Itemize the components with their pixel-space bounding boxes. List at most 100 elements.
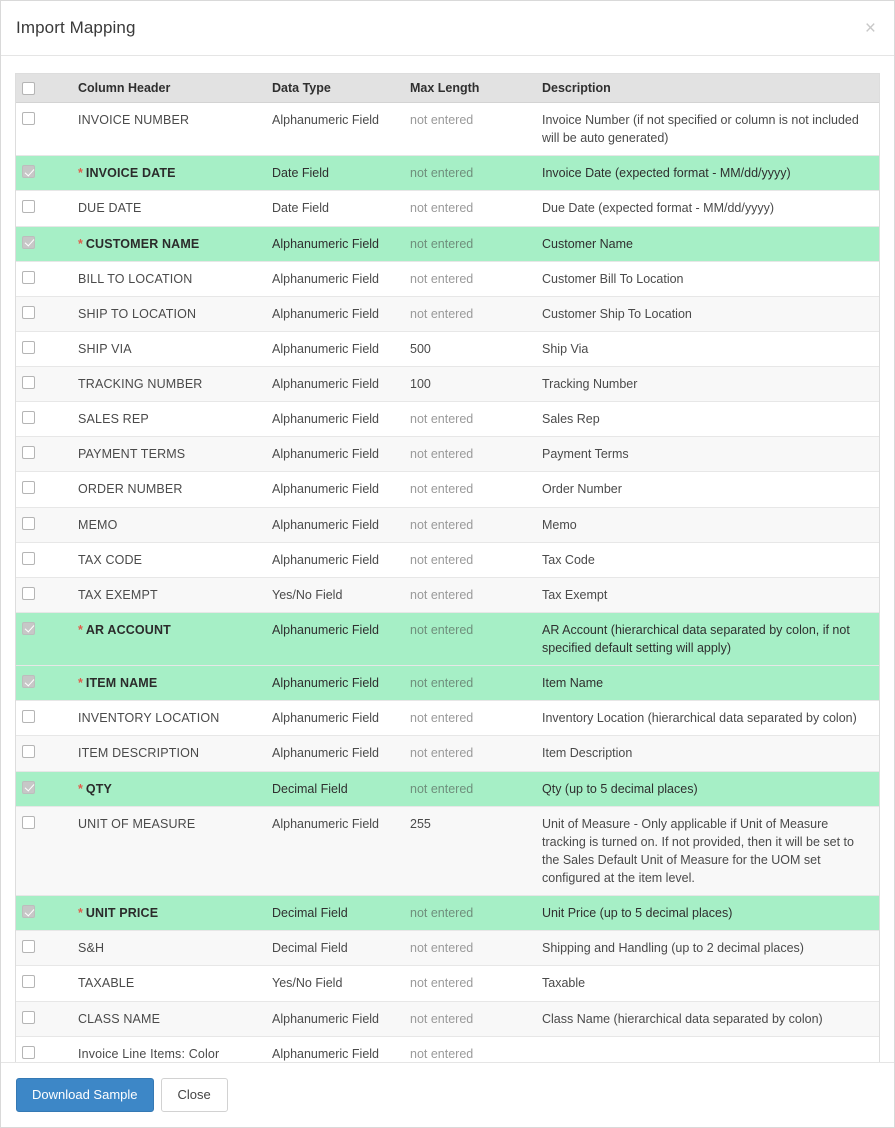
- table-row[interactable]: TAX EXEMPT Yes/No Field not entered Tax Exe…: [16, 577, 879, 613]
- row-select-checkbox[interactable]: [22, 815, 35, 829]
- cell-description: Memo: [542, 508, 879, 542]
- row-select-checkbox[interactable]: [22, 481, 35, 495]
- close-icon[interactable]: ×: [863, 19, 878, 38]
- row-select-cell[interactable]: [16, 966, 78, 1000]
- row-select-cell[interactable]: [16, 772, 78, 806]
- row-select-checkbox[interactable]: [22, 1010, 35, 1024]
- select-all-cell[interactable]: [16, 81, 78, 95]
- table-row[interactable]: * ITEM NAME Alphanumeric Field not entered I…: [16, 666, 879, 702]
- row-select-cell[interactable]: [16, 666, 78, 700]
- row-select-checkbox[interactable]: [22, 165, 35, 179]
- max-length-label: not entered: [410, 711, 474, 726]
- table-row[interactable]: INVENTORY LOCATION Alphanumeric Field not …: [16, 701, 879, 737]
- row-select-checkbox[interactable]: [22, 305, 35, 319]
- table-row[interactable]: ORDER NUMBER Alphanumeric Field not entere…: [16, 472, 879, 508]
- table-row[interactable]: * CUSTOMER NAME Alphanumeric Field not ente…: [16, 226, 879, 262]
- table-row[interactable]: * AR ACCOUNT Alphanumeric Field not entered…: [16, 612, 879, 667]
- table-row[interactable]: * INVOICE DATE Date Field not entered Invoic…: [16, 156, 879, 192]
- row-select-cell[interactable]: [16, 191, 78, 225]
- cell-max-length: not entered: [410, 402, 542, 436]
- row-select-cell[interactable]: [16, 297, 78, 331]
- row-select-cell[interactable]: [16, 896, 78, 930]
- row-select-checkbox[interactable]: [22, 1045, 35, 1059]
- table-row[interactable]: * UNIT PRICE Decimal Field not entered Unit …: [16, 896, 879, 932]
- field-name-label: UNIT OF MEASURE: [78, 816, 196, 831]
- field-name-label: TAXABLE: [78, 976, 135, 991]
- description-label: Customer Name: [542, 236, 633, 251]
- table-row[interactable]: MEMO Alphanumeric Field not entered Memo: [16, 507, 879, 543]
- table-row[interactable]: PAYMENT TERMS Alphanumeric Field not enter…: [16, 437, 879, 473]
- table-row[interactable]: SHIP TO LOCATION Alphanumeric Field not en…: [16, 296, 879, 332]
- cell-description: Invoice Date (expected format - MM/dd/yy…: [542, 156, 879, 190]
- row-select-cell[interactable]: [16, 472, 78, 506]
- cell-description: Class Name (hierarchical data separated …: [542, 1002, 879, 1036]
- table-row[interactable]: * QTY Decimal Field not entered Qty (up to 5…: [16, 771, 879, 807]
- table-body: INVOICE NUMBER Alphanumeric Field not ente…: [16, 103, 879, 1062]
- table-row[interactable]: Invoice Line Items: Color Alphanumeric Fi…: [16, 1036, 879, 1062]
- cell-column-header: Invoice Line Items: Color: [78, 1037, 272, 1062]
- row-select-cell[interactable]: [16, 262, 78, 296]
- row-select-cell[interactable]: [16, 402, 78, 436]
- row-select-cell[interactable]: [16, 613, 78, 665]
- row-select-checkbox[interactable]: [22, 270, 35, 284]
- table-row[interactable]: UNIT OF MEASURE Alphanumeric Field 255 Unit…: [16, 806, 879, 897]
- row-select-checkbox[interactable]: [22, 745, 35, 759]
- row-select-checkbox[interactable]: [22, 975, 35, 989]
- row-select-checkbox[interactable]: [22, 516, 35, 530]
- download-sample-button[interactable]: Download Sample: [16, 1077, 154, 1113]
- close-button[interactable]: Close: [160, 1077, 228, 1113]
- row-select-checkbox[interactable]: [22, 940, 35, 954]
- cell-max-length: not entered: [410, 1037, 542, 1062]
- table-row[interactable]: BILL TO LOCATION Alphanumeric Field not en…: [16, 261, 879, 297]
- row-select-cell[interactable]: [16, 578, 78, 612]
- row-select-checkbox[interactable]: [22, 710, 35, 724]
- table-row[interactable]: ITEM DESCRIPTION Alphanumeric Field not en…: [16, 736, 879, 772]
- data-type-label: Alphanumeric Field: [272, 517, 379, 532]
- row-select-cell[interactable]: [16, 227, 78, 261]
- row-select-checkbox[interactable]: [22, 446, 35, 460]
- table-row[interactable]: SHIP VIA Alphanumeric Field 500 Ship Via: [16, 331, 879, 367]
- select-all-checkbox[interactable]: [22, 81, 35, 95]
- row-select-checkbox[interactable]: [22, 621, 35, 635]
- table-row[interactable]: TRACKING NUMBER Alphanumeric Field 100 Trac…: [16, 367, 879, 403]
- row-select-cell[interactable]: [16, 931, 78, 965]
- row-select-cell[interactable]: [16, 156, 78, 190]
- row-select-cell[interactable]: [16, 332, 78, 366]
- table-row[interactable]: SALES REP Alphanumeric Field not entered Sa…: [16, 402, 879, 438]
- row-select-checkbox[interactable]: [22, 551, 35, 565]
- row-select-cell[interactable]: [16, 807, 78, 896]
- row-select-checkbox[interactable]: [22, 376, 35, 389]
- table-row[interactable]: S&H Decimal Field not entered Shipping and …: [16, 931, 879, 967]
- row-select-checkbox[interactable]: [22, 200, 35, 214]
- row-select-checkbox[interactable]: [22, 340, 35, 354]
- row-select-cell[interactable]: [16, 543, 78, 577]
- row-select-cell[interactable]: [16, 103, 78, 155]
- field-name-label: ORDER NUMBER: [78, 482, 183, 497]
- cell-data-type: Alphanumeric Field: [272, 472, 410, 506]
- table-row[interactable]: TAXABLE Yes/No Field not entered Taxable: [16, 966, 879, 1002]
- row-select-checkbox[interactable]: [22, 905, 35, 919]
- data-type-label: Alphanumeric Field: [272, 447, 379, 462]
- row-select-cell[interactable]: [16, 1002, 78, 1036]
- cell-column-header: INVOICE NUMBER: [78, 103, 272, 155]
- row-select-checkbox[interactable]: [22, 235, 35, 249]
- row-select-cell[interactable]: [16, 367, 78, 401]
- row-select-checkbox[interactable]: [22, 112, 35, 125]
- row-select-cell[interactable]: [16, 1037, 78, 1062]
- row-select-checkbox[interactable]: [22, 586, 35, 600]
- row-select-checkbox[interactable]: [22, 411, 35, 425]
- row-select-checkbox[interactable]: [22, 780, 35, 794]
- table-row[interactable]: TAX CODE Alphanumeric Field not entered Tax…: [16, 542, 879, 578]
- table-row[interactable]: INVOICE NUMBER Alphanumeric Field not ente…: [16, 103, 879, 157]
- row-select-cell[interactable]: [16, 736, 78, 770]
- row-select-cell[interactable]: [16, 701, 78, 735]
- cell-column-header: SALES REP: [78, 402, 272, 436]
- table-row[interactable]: DUE DATE Date Field not entered Due Date (e…: [16, 191, 879, 227]
- description-label: Item Name: [542, 676, 604, 691]
- row-select-cell[interactable]: [16, 508, 78, 542]
- row-select-cell[interactable]: [16, 437, 78, 471]
- cell-max-length: not entered: [410, 1002, 542, 1036]
- cell-data-type: Alphanumeric Field: [272, 613, 410, 665]
- table-row[interactable]: CLASS NAME Alphanumeric Field not entered C…: [16, 1001, 879, 1037]
- row-select-checkbox[interactable]: [22, 675, 35, 689]
